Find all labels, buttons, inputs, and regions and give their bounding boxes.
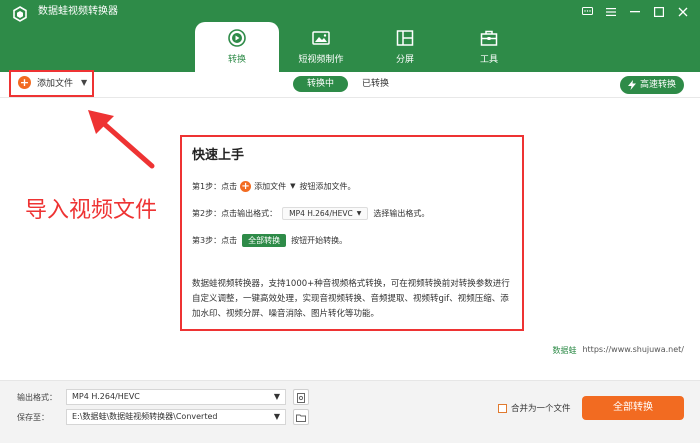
step-1-suffix: 按钮添加文件。 — [299, 181, 356, 191]
quick-start-title: 快速上手 — [192, 148, 245, 163]
step-1-button: 添加文件 — [254, 181, 287, 191]
bottom-bar: 输出格式： MP4 H.264/HEVC ▼ 保存至： E:\数据蛙\数据蛙视频… — [0, 380, 700, 443]
step-3-prefix: 第3步：点击 — [192, 235, 238, 245]
folder-icon[interactable] — [293, 409, 309, 425]
convert-subtabs: 转换中 已转换 — [293, 76, 403, 92]
short-video-icon — [312, 31, 330, 45]
save-to-select[interactable]: E:\数据蛙\数据蛙视频转换器\Converted ▼ — [66, 409, 286, 425]
convert-all-button[interactable]: 全部转换 — [582, 396, 684, 420]
tab-split-screen-label: 分屏 — [395, 55, 414, 65]
step-1-prefix: 第1步：点击 — [192, 181, 238, 191]
close-icon[interactable] — [672, 3, 694, 21]
watermark-brand: 数据蛙 — [552, 346, 577, 355]
chevron-down-icon: ▼ — [356, 209, 362, 217]
minimize-icon[interactable] — [624, 3, 646, 21]
merge-option[interactable]: 合并为一个文件 — [498, 402, 571, 414]
output-format-label: 输出格式： — [17, 393, 57, 402]
window-controls — [576, 3, 694, 21]
split-screen-icon — [396, 30, 414, 46]
subtab-converted[interactable]: 已转换 — [348, 76, 403, 92]
format-chip: MP4 H.264/HEVC ▼ — [282, 206, 369, 220]
tab-split-screen[interactable]: 分屏 — [363, 22, 447, 72]
quick-start-description: 数据蛙视频转换器，支持1000+种音视频格式转换，可在视频转换前对转换参数进行自… — [192, 279, 510, 319]
tab-tools[interactable]: 工具 — [447, 22, 531, 72]
step-3: 第3步：点击 全部转换 按钮开始转换。 — [192, 233, 347, 247]
watermark: 数据蛙 https://www.shujuwa.net/ — [552, 345, 684, 356]
high-speed-label: 高速转换 — [639, 80, 676, 90]
main-nav: 转换 短视频制作 分屏 工具 — [195, 22, 531, 72]
app-logo-icon — [13, 6, 27, 22]
maximize-icon[interactable] — [648, 3, 670, 21]
merge-label: 合并为一个文件 — [511, 404, 571, 414]
output-format-value: MP4 H.264/HEVC — [72, 392, 140, 401]
watermark-url: https://www.shujuwa.net/ — [582, 345, 684, 354]
feedback-icon[interactable] — [576, 3, 598, 21]
merge-checkbox[interactable] — [498, 403, 507, 413]
format-chip-label: MP4 H.264/HEVC — [289, 208, 353, 218]
toolbar: + 添加文件 ▼ 转换中 已转换 高速转换 — [0, 72, 700, 98]
subtab-converting[interactable]: 转换中 — [293, 76, 349, 92]
chevron-down-icon: ▼ — [273, 392, 280, 401]
convert-icon — [228, 29, 246, 47]
app-title: 数据蛙视频转换器 — [38, 6, 118, 17]
lightning-icon — [627, 80, 636, 90]
step-1: 第1步：点击 + 添加文件 ▼ 按钮添加文件。 — [192, 179, 355, 193]
tab-convert-label: 转换 — [227, 55, 246, 65]
convert-all-chip: 全部转换 — [242, 233, 287, 247]
step-2-suffix: 选择输出格式。 — [373, 208, 430, 218]
step-3-suffix: 按钮开始转换。 — [291, 235, 348, 245]
chevron-down-icon: ▼ — [273, 412, 280, 421]
format-settings-icon[interactable] — [293, 389, 309, 405]
plus-icon: + — [240, 180, 252, 192]
chevron-down-icon: ▼ — [290, 182, 296, 190]
tab-convert[interactable]: 转换 — [195, 22, 279, 72]
annotation-arrow-icon — [88, 110, 155, 169]
toolbox-icon — [480, 30, 498, 46]
high-speed-button[interactable]: 高速转换 — [619, 76, 684, 94]
output-format-select[interactable]: MP4 H.264/HEVC ▼ — [66, 389, 286, 405]
title-bar: 数据蛙视频转换器 转换 短视频制作 分屏 工具 — [0, 0, 700, 72]
step-2-prefix: 第2步：点击输出格式： — [192, 208, 278, 218]
annotation-highlight-box — [9, 70, 94, 97]
annotation-label: 导入视频文件 — [25, 198, 158, 223]
menu-icon[interactable] — [600, 3, 622, 21]
step-2: 第2步：点击输出格式： MP4 H.264/HEVC ▼ 选择输出格式。 — [192, 206, 429, 220]
tab-short-video-label: 短视频制作 — [298, 55, 344, 65]
tab-short-video[interactable]: 短视频制作 — [279, 22, 363, 72]
save-to-label: 保存至： — [17, 413, 49, 422]
save-to-value: E:\数据蛙\数据蛙视频转换器\Converted — [72, 412, 218, 421]
tab-tools-label: 工具 — [479, 55, 498, 65]
quick-start-panel: 快速上手 第1步：点击 + 添加文件 ▼ 按钮添加文件。 第2步：点击输出格式：… — [180, 135, 524, 331]
